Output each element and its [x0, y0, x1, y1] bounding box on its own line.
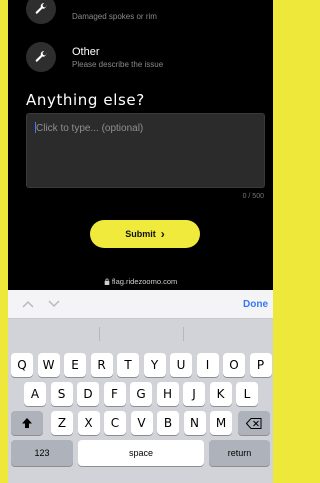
option-other[interactable]: Other Please describe the issue [26, 42, 163, 72]
key-g[interactable]: G [130, 382, 152, 406]
shift-icon [22, 418, 32, 428]
option-subtitle: Please describe the issue [72, 59, 164, 69]
submit-label: Submit [125, 229, 156, 239]
numbers-key[interactable]: 123 [11, 440, 73, 466]
key-x[interactable]: X [77, 411, 100, 435]
key-e[interactable]: E [64, 353, 86, 377]
section-heading: Anything else? [26, 91, 145, 109]
textarea-placeholder: Click to type... (optional) [36, 123, 144, 134]
key-z[interactable]: Z [51, 411, 73, 435]
key-p[interactable]: P [249, 353, 272, 377]
url-bar: flag.ridezoomo.com [8, 277, 273, 286]
suggestion-bar [8, 319, 273, 349]
option-damaged-spokes[interactable]: Damaged spokes or rim [26, 0, 157, 24]
chevron-up-icon[interactable] [22, 297, 34, 311]
backspace-icon [246, 417, 262, 429]
app-frame: Damaged spokes or rim Other Please descr… [8, 0, 273, 483]
backspace-key[interactable] [238, 411, 270, 435]
suggestion-divider [183, 327, 184, 341]
key-l[interactable]: L [236, 382, 258, 406]
key-y[interactable]: Y [143, 353, 166, 377]
option-subtitle: Damaged spokes or rim [72, 11, 157, 21]
key-i[interactable]: I [196, 353, 219, 377]
keyboard-accessory-bar: Done [8, 290, 273, 319]
key-u[interactable]: U [170, 353, 192, 377]
lock-icon [104, 277, 112, 286]
key-o[interactable]: O [223, 353, 245, 377]
key-d[interactable]: D [77, 382, 99, 406]
key-v[interactable]: V [130, 411, 153, 435]
comment-textarea[interactable]: Click to type... (optional) [26, 113, 265, 188]
character-counter: 0 / 500 [242, 193, 264, 200]
url-text: flag.ridezoomo.com [111, 277, 178, 286]
ios-keyboard: Done QWERTYUIOP ASDFGHJKL ZXCVBNM 123 sp… [8, 290, 273, 483]
key-f[interactable]: F [103, 382, 126, 406]
option-title: Other [72, 45, 100, 58]
key-j[interactable]: J [183, 382, 205, 406]
key-r[interactable]: R [90, 353, 113, 377]
key-s[interactable]: S [50, 382, 73, 406]
key-h[interactable]: H [156, 382, 179, 406]
wrench-icon [26, 0, 56, 24]
key-n[interactable]: N [183, 411, 206, 435]
shift-key[interactable] [11, 411, 43, 435]
chevron-down-icon[interactable] [48, 297, 60, 311]
wrench-icon [26, 42, 56, 72]
space-key[interactable]: space [78, 440, 204, 466]
return-key[interactable]: return [209, 440, 270, 466]
done-button[interactable]: Done [243, 299, 268, 310]
chevron-right-icon: › [160, 227, 165, 241]
key-c[interactable]: C [104, 411, 126, 435]
key-k[interactable]: K [209, 382, 232, 406]
key-b[interactable]: B [157, 411, 179, 435]
suggestion-divider [99, 327, 100, 341]
submit-button[interactable]: Submit › [90, 220, 200, 248]
key-q[interactable]: Q [11, 353, 33, 377]
key-t[interactable]: T [117, 353, 139, 377]
key-w[interactable]: W [37, 353, 60, 377]
key-a[interactable]: A [24, 382, 46, 406]
key-m[interactable]: M [210, 411, 232, 435]
